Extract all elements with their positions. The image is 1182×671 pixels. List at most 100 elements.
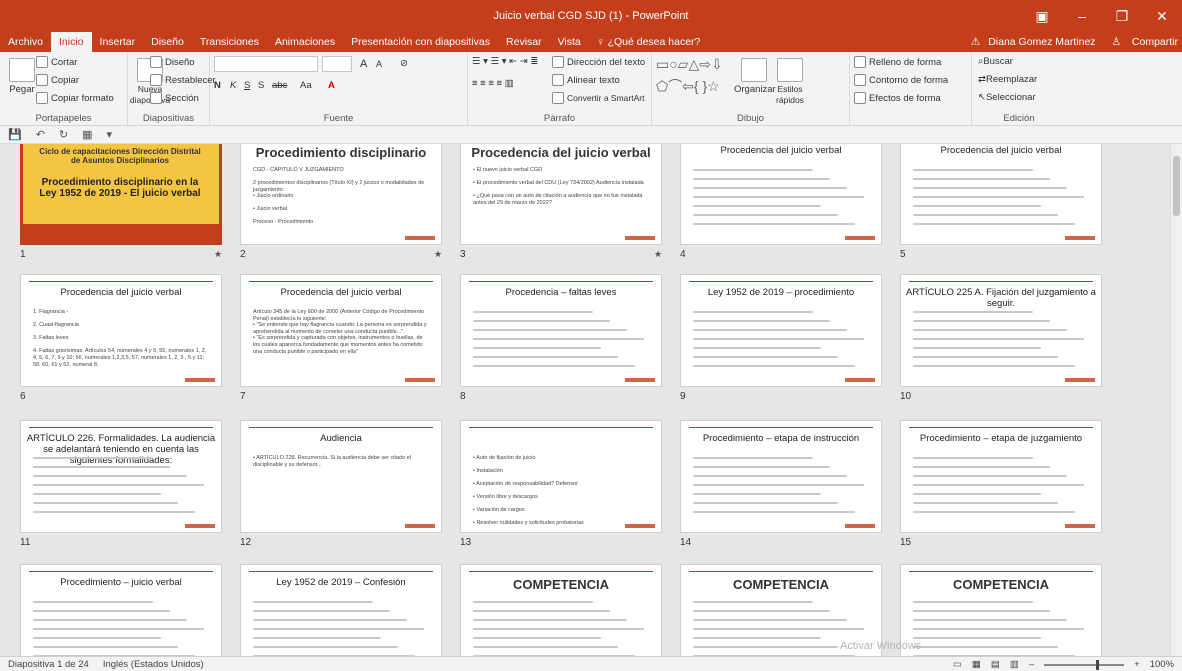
shape-effects-button[interactable]: Efectos de forma xyxy=(854,92,941,104)
group-editing: ⌕ Buscar ⇄ Reemplazar ↖ Seleccionar Edic… xyxy=(972,52,1066,126)
slide-footer-logo xyxy=(625,236,655,240)
section-button[interactable]: Sección xyxy=(150,92,199,104)
italic-button[interactable]: K xyxy=(230,80,236,91)
save-icon[interactable]: 💾 xyxy=(8,128,22,141)
tab-inicio[interactable]: Inicio xyxy=(51,32,92,52)
slide-thumbnail[interactable]: Procedimiento – juicio verbal xyxy=(20,564,222,656)
slide-thumbnail[interactable]: Ley 1952 de 2019 – procedimiento xyxy=(680,274,882,387)
slide-thumbnail[interactable]: ARTÍCULO 225 A. Fijación del juzgamiento… xyxy=(900,274,1102,387)
ribbon-display-icon[interactable]: ▣ xyxy=(1022,0,1062,32)
undo-icon[interactable]: ↶ xyxy=(36,128,45,141)
tab-animaciones[interactable]: Animaciones xyxy=(267,32,343,52)
vertical-scrollbar[interactable] xyxy=(1170,144,1182,656)
close-button[interactable]: ✕ xyxy=(1142,0,1182,32)
slide-number: 4 xyxy=(680,249,686,260)
present-icon[interactable]: ▦ xyxy=(82,128,92,141)
slide-thumbnail[interactable]: Procedencia del juicio verbal xyxy=(680,144,882,245)
replace-button[interactable]: ⇄ Reemplazar xyxy=(978,74,1037,85)
arrange-button[interactable]: Organizar xyxy=(734,58,776,104)
slide-thumbnail[interactable]: Procedencia – faltas leves xyxy=(460,274,662,387)
zoom-level[interactable]: 100% xyxy=(1150,659,1174,670)
slide-text-placeholder xyxy=(913,637,1041,639)
share-button[interactable]: ♙ Compartir xyxy=(1104,36,1178,48)
slide-footer-logo xyxy=(845,236,875,240)
customize-icon[interactable]: ▾ xyxy=(107,128,113,141)
slide-text-placeholder xyxy=(33,619,187,621)
font-name-input[interactable] xyxy=(214,56,318,72)
slide-top-rule xyxy=(29,281,213,282)
slide-top-rule xyxy=(29,427,213,428)
layout-button[interactable]: Diseño xyxy=(150,56,195,68)
slide-thumbnail[interactable]: Procedimiento – etapa de juzgamiento xyxy=(900,420,1102,533)
bullets-icon[interactable]: ☰ ▾ ☰ ▾ ⇤ ⇥ ≣ xyxy=(472,56,538,67)
maximize-button[interactable]: ❐ xyxy=(1102,0,1142,32)
tab-vista[interactable]: Vista xyxy=(550,32,589,52)
change-case-button[interactable]: Aa xyxy=(300,80,312,91)
reading-view-icon[interactable]: ▤ xyxy=(991,659,1000,670)
zoom-knob[interactable] xyxy=(1096,659,1100,670)
underline-button[interactable]: S xyxy=(244,80,250,91)
zoom-out-button[interactable]: – xyxy=(1029,659,1034,670)
slide-text-placeholder xyxy=(33,628,204,630)
shadow-button[interactable]: S xyxy=(258,80,264,91)
clear-format-icon[interactable]: ⊘ xyxy=(400,58,408,69)
scissors-icon xyxy=(36,56,48,68)
find-button[interactable]: ⌕ Buscar xyxy=(978,56,1013,67)
shapes-gallery[interactable]: ▭○▱△⇨⇩ xyxy=(656,56,723,73)
normal-view-icon[interactable]: ▭ xyxy=(953,659,962,670)
bold-button[interactable]: N xyxy=(214,80,221,91)
strike-button[interactable]: abc xyxy=(272,80,287,91)
scrollbar-thumb[interactable] xyxy=(1173,156,1180,216)
tab-insertar[interactable]: Insertar xyxy=(92,32,144,52)
slide-thumbnail[interactable]: Procedencia del juicio verbal • El nuevo … xyxy=(460,144,662,245)
copy-button[interactable]: Copiar xyxy=(36,74,79,86)
zoom-slider[interactable] xyxy=(1044,659,1125,670)
font-size-down[interactable]: A xyxy=(376,59,382,69)
text-direction-button[interactable]: Dirección del texto xyxy=(552,56,645,68)
quick-styles-button[interactable]: Estilos rápidos xyxy=(770,58,810,105)
tab-diseno[interactable]: Diseño xyxy=(143,32,192,52)
slide-thumbnail[interactable]: Procedimiento – etapa de instrucción xyxy=(680,420,882,533)
reset-button[interactable]: Restablecer xyxy=(150,74,216,86)
layout-icon xyxy=(150,56,162,68)
font-size-input[interactable] xyxy=(322,56,352,72)
slide-thumbnail[interactable]: Procedimiento disciplinario CGD - CAPITUL… xyxy=(240,144,442,245)
font-size-up[interactable]: A xyxy=(360,58,367,70)
slide-thumbnail[interactable]: Ley 1952 de 2019 – Confesión xyxy=(240,564,442,656)
minimize-button[interactable]: – xyxy=(1062,0,1102,32)
font-color-button[interactable]: A xyxy=(328,80,335,91)
slide-text-placeholder xyxy=(473,646,618,648)
shape-outline-button[interactable]: Contorno de forma xyxy=(854,74,948,86)
slide-text-line: 1. Flagrancia - xyxy=(33,309,69,315)
slide-thumbnail[interactable]: Procedencia del juicio verbal Artículo 34… xyxy=(240,274,442,387)
layout-label: Diseño xyxy=(165,56,195,68)
tab-revisar[interactable]: Revisar xyxy=(498,32,550,52)
language-indicator[interactable]: Inglés (Estados Unidos) xyxy=(103,659,204,670)
tell-me-search[interactable]: ♀ ¿Qué desea hacer? xyxy=(589,32,709,52)
sorter-view-icon[interactable]: ▦ xyxy=(972,659,981,670)
cut-button[interactable]: Cortar xyxy=(36,56,77,68)
slideshow-view-icon[interactable]: ▥ xyxy=(1010,659,1019,670)
align-text-button[interactable]: Alinear texto xyxy=(552,74,620,86)
slide-thumbnail[interactable]: COMPETENCIA xyxy=(460,564,662,656)
redo-icon[interactable]: ↻ xyxy=(59,128,68,141)
slide-thumbnail[interactable]: • Auto de fijación de juicio • Instalació… xyxy=(460,420,662,533)
user-name[interactable]: Diana Gomez Martinez xyxy=(988,36,1095,48)
tab-presentacion[interactable]: Presentación con diapositivas xyxy=(343,32,498,52)
shape-fill-button[interactable]: Relleno de forma xyxy=(854,56,941,68)
slide-thumbnail[interactable]: Procedencia del juicio verbal 1. Flagranc… xyxy=(20,274,222,387)
slide-thumbnail[interactable]: Audiencia • ARTÍCULO 228. Recurrencia. Si… xyxy=(240,420,442,533)
tab-archivo[interactable]: Archivo xyxy=(0,32,51,52)
slide-thumbnail[interactable]: Ciclo de capacitaciones Dirección Distri… xyxy=(20,144,222,245)
zoom-in-button[interactable]: + xyxy=(1134,659,1140,670)
slide-thumbnail[interactable]: ARTÍCULO 226. Formalidades. La audiencia… xyxy=(20,420,222,533)
slide-thumbnail[interactable]: COMPETENCIA xyxy=(900,564,1102,656)
smartart-button[interactable]: Convertir a SmartArt xyxy=(552,92,644,104)
shapes-gallery-row2[interactable]: ⬠⌒⇦{ }☆ xyxy=(656,76,720,96)
slide-footer-band xyxy=(23,224,219,242)
slide-thumbnail[interactable]: Procedencia del juicio verbal xyxy=(900,144,1102,245)
select-button[interactable]: ↖ Seleccionar xyxy=(978,92,1036,103)
format-painter-button[interactable]: Copiar formato xyxy=(36,92,114,104)
align-icons[interactable]: ≡ ≡ ≡ ≡ ▥ xyxy=(472,78,514,89)
tab-transiciones[interactable]: Transiciones xyxy=(192,32,267,52)
